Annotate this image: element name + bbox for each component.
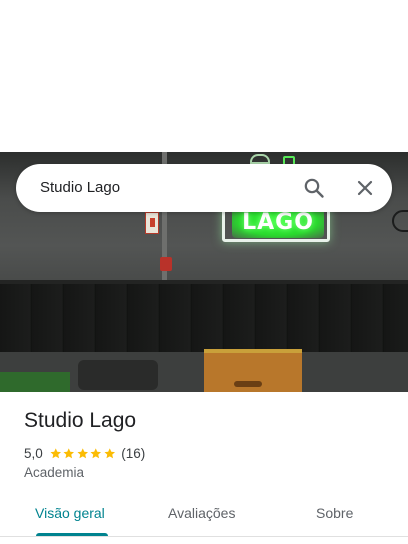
tab-reviews[interactable]: Avaliações — [168, 505, 235, 521]
rating-row[interactable]: 5,0 (16) — [24, 445, 145, 461]
tab-divider — [0, 536, 408, 537]
photo-fire-alarm — [160, 257, 172, 271]
place-tabs: Visão geral Avaliações Sobre — [0, 493, 408, 538]
star-icon — [104, 447, 115, 458]
rating-value: 5,0 — [24, 445, 43, 461]
photo-plyo-box — [204, 349, 302, 392]
search-input[interactable]: Studio Lago — [40, 179, 120, 196]
map-blank-area — [0, 0, 408, 152]
star-icon — [50, 447, 61, 458]
tab-about[interactable]: Sobre — [316, 505, 353, 521]
review-count[interactable]: (16) — [121, 446, 145, 461]
place-category: Academia — [24, 465, 85, 480]
search-bar[interactable]: Studio Lago — [16, 164, 392, 212]
rating-stars — [49, 447, 117, 460]
photo-neon-light — [250, 154, 270, 164]
photo-wall-panel — [0, 284, 408, 356]
photo-fire-sign — [145, 212, 159, 234]
place-title: Studio Lago — [24, 409, 137, 432]
star-icon — [63, 447, 75, 458]
photo-turf — [0, 372, 70, 392]
star-icon — [77, 447, 88, 458]
star-icon — [90, 447, 102, 458]
search-icon[interactable] — [302, 176, 326, 200]
tab-overview[interactable]: Visão geral — [35, 505, 105, 521]
photo-cable — [392, 210, 408, 232]
close-icon[interactable] — [353, 176, 377, 200]
photo-weights — [78, 360, 158, 390]
